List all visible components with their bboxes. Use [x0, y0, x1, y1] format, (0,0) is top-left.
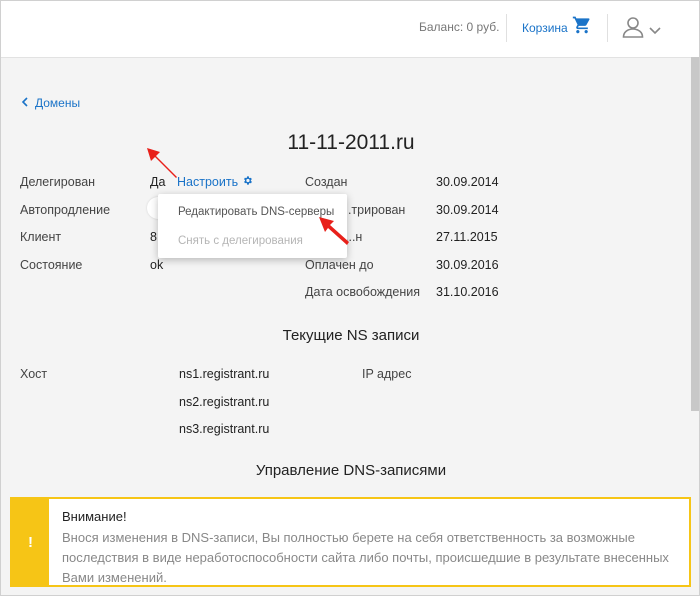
cart-icon[interactable]: [572, 15, 592, 40]
configure-link[interactable]: Настроить: [177, 175, 253, 189]
field-value-client: 8: [150, 230, 157, 244]
ns-section-title: Текущие NS записи: [282, 327, 420, 344]
ns-record: ns1.registrant.ru: [179, 367, 270, 381]
field-label-created: Создан: [305, 175, 348, 189]
ns-record: ns2.registrant.ru: [179, 395, 270, 409]
red-arrow-pointer: [147, 148, 177, 178]
user-icon[interactable]: [621, 15, 645, 44]
field-value-paid-until: 30.09.2016: [436, 258, 499, 272]
field-value-registered: 30.09.2014: [436, 203, 499, 217]
field-value-state: ok: [150, 258, 164, 272]
field-label-release-date: Дата освобождения: [305, 285, 421, 299]
menu-item-remove-delegation: Снять с делегирования: [178, 235, 303, 247]
field-label-state: Состояние: [20, 258, 83, 272]
warning-icon: !: [12, 499, 49, 585]
field-label-paid-until: Оплачен до: [305, 258, 374, 272]
field-value-release-date: 31.10.2016: [436, 285, 499, 299]
chevron-down-icon[interactable]: [649, 23, 661, 41]
menu-item-edit-dns-servers[interactable]: Редактировать DNS-серверы: [178, 206, 334, 218]
cart-link[interactable]: Корзина: [522, 21, 568, 35]
red-arrow-pointer: [319, 217, 349, 245]
field-label-delegated: Делегирован: [20, 175, 96, 189]
field-value-created: 30.09.2014: [436, 175, 499, 189]
warning-alert: ! Внимание! Внося изменения в DNS-записи…: [10, 497, 691, 587]
field-label-autorenew: Автопродление: [20, 203, 111, 217]
field-value-renewed: 27.11.2015: [436, 230, 498, 244]
gear-icon: [242, 175, 253, 189]
dns-section-title: Управление DNS-записями: [255, 462, 447, 479]
app-frame: Баланс: 0 руб. Корзина Домены 11-11-2011…: [0, 0, 700, 596]
ns-ip-label: IP адрес: [362, 367, 412, 381]
alert-title: Внимание!: [62, 509, 127, 524]
ns-record: ns3.registrant.ru: [179, 422, 270, 436]
balance-text: Баланс: 0 руб.: [419, 20, 500, 34]
back-link-label: Домены: [35, 96, 81, 110]
header-divider: [607, 14, 608, 42]
header-divider: [506, 14, 507, 42]
alert-text: Внося изменения в DNS-записи, Вы полност…: [62, 530, 669, 585]
ns-host-label: Хост: [20, 367, 48, 381]
configure-link-label: Настроить: [177, 175, 239, 189]
page-scrollbar[interactable]: [691, 57, 699, 411]
back-to-domains-link[interactable]: Домены: [21, 96, 80, 110]
field-label-client: Клиент: [20, 230, 62, 244]
top-header: Баланс: 0 руб. Корзина: [1, 1, 699, 58]
chevron-left-icon: [21, 96, 29, 110]
page-title: 11-11-2011.ru: [287, 131, 415, 154]
